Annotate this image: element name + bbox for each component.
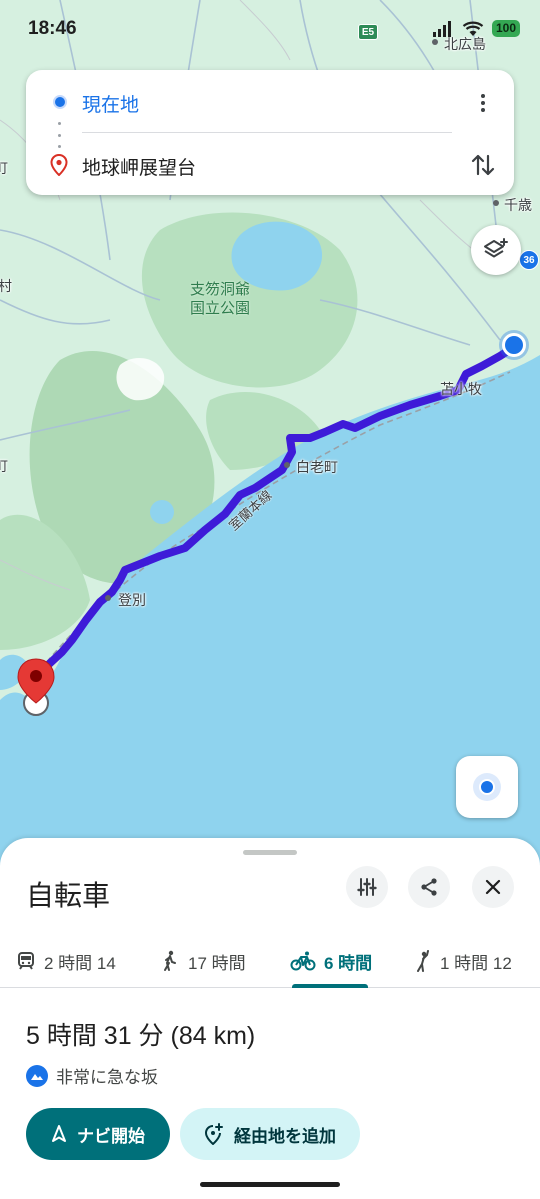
tune-icon — [357, 878, 377, 896]
tab-bike[interactable]: 6 時間 — [290, 934, 372, 988]
park-label-line2: 国立公園 — [190, 300, 251, 317]
signal-icon — [432, 20, 451, 37]
map-label-edge-2: 村 — [0, 278, 12, 294]
travel-mode-tabs: 2 時間 14 17 時間 6 時間 1 時間 12 — [0, 934, 540, 988]
route-36-badge: 36 — [519, 250, 539, 270]
share-icon — [421, 878, 437, 896]
route-options-button[interactable] — [346, 866, 388, 908]
highway-e5-badge: E5 — [358, 24, 378, 40]
drag-handle[interactable] — [243, 850, 297, 855]
origin-field[interactable]: 現在地 — [82, 90, 139, 117]
status-bar: 18:46 E5 100 — [0, 0, 540, 56]
status-time: 18:46 — [28, 18, 77, 39]
person-hail-icon — [417, 950, 429, 972]
route-duration: 5 時間 31 分 (84 km) — [26, 1022, 256, 1050]
map-label-park: 支笏洞爺 国立公園 — [190, 280, 250, 318]
destination-pin-icon — [16, 657, 56, 726]
start-navigation-label: ナビ開始 — [77, 1126, 145, 1146]
destination-marker-icon — [50, 154, 68, 176]
route-card-divider — [82, 132, 452, 133]
mountain-icon — [26, 1064, 48, 1087]
connector-dots — [58, 122, 61, 148]
more-options-button[interactable] — [466, 86, 500, 120]
route-card: 現在地 地球岬展望台 — [26, 70, 514, 195]
tab-transit-label: 2 時間 14 — [44, 953, 116, 973]
my-location-icon — [479, 779, 495, 795]
bike-icon — [290, 951, 316, 971]
active-tab-indicator — [292, 984, 368, 988]
status-icons: 100 — [432, 20, 520, 37]
tab-walk-label: 17 時間 — [188, 953, 246, 973]
tab-transit[interactable]: 2 時間 14 — [16, 934, 116, 988]
navigation-arrow-icon — [52, 1125, 66, 1142]
add-stop-button[interactable]: 経由地を追加 — [180, 1108, 360, 1160]
battery-indicator: 100 — [491, 20, 520, 37]
warning-text: 非常に急な坂 — [56, 1068, 158, 1087]
close-button[interactable] — [472, 866, 514, 908]
wifi-icon — [462, 21, 484, 36]
steep-hill-warning: 非常に急な坂 — [26, 1063, 158, 1088]
origin-dot-icon — [53, 95, 67, 109]
map-label-shiraoi: 白老町 — [296, 459, 338, 475]
layers-icon — [484, 238, 508, 258]
add-location-icon — [204, 1123, 223, 1145]
layers-button[interactable] — [471, 225, 521, 275]
add-stop-label: 経由地を追加 — [234, 1126, 336, 1146]
map-label-chitose: 千歳 — [504, 197, 532, 213]
destination-field[interactable]: 地球岬展望台 — [82, 153, 196, 180]
train-icon — [18, 952, 34, 970]
tab-ride[interactable]: 1 時間 12 — [414, 934, 512, 988]
start-navigation-button[interactable]: ナビ開始 — [26, 1108, 170, 1160]
tab-walk[interactable]: 17 時間 — [160, 934, 246, 988]
map-label-noboribetsu: 登別 — [118, 592, 146, 608]
home-indicator[interactable] — [200, 1182, 340, 1187]
share-button[interactable] — [408, 866, 450, 908]
swap-direction-icon[interactable] — [466, 148, 500, 182]
park-label-line1: 支笏洞爺 — [190, 281, 251, 298]
directions-sheet: 自転車 2 時間 14 17 時間 6 時間 1 時間 12 5 時間 31 分… — [0, 838, 540, 1199]
map-label-edge-1: 町 — [0, 160, 8, 176]
map-label-edge-3: 町 — [0, 458, 8, 474]
tab-bike-label: 6 時間 — [324, 953, 373, 973]
map-label-tomakomai: 苫小牧 — [440, 381, 482, 397]
current-location-marker — [502, 333, 526, 357]
my-location-button[interactable] — [456, 756, 518, 818]
close-icon — [485, 879, 501, 895]
sheet-title: 自転車 — [26, 880, 111, 911]
tab-ride-label: 1 時間 12 — [440, 953, 512, 973]
walk-icon — [164, 950, 176, 971]
